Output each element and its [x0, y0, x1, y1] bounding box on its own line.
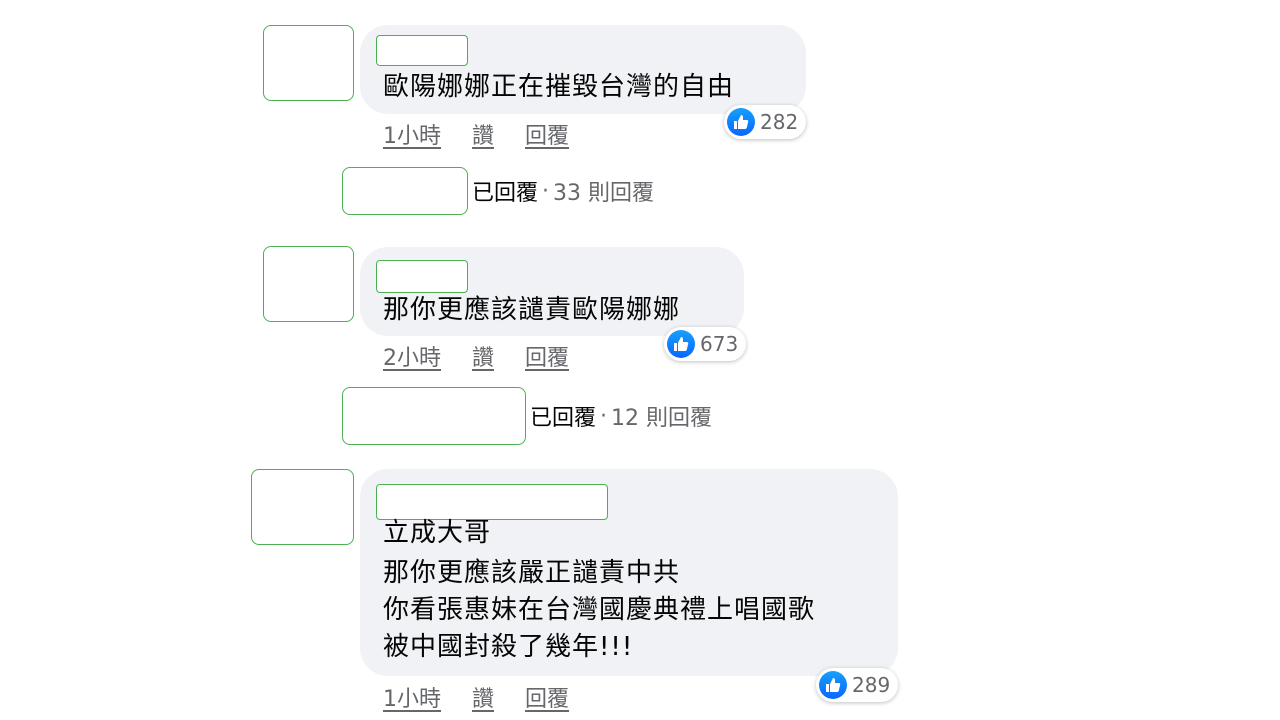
comment-actions: 1小時 讚 回覆 — [383, 681, 569, 713]
reaction-count-value: 673 — [700, 332, 739, 356]
comment-text-line: 那你更應該嚴正譴責中共 — [383, 558, 681, 588]
reaction-count-value: 289 — [852, 673, 891, 697]
replied-label: 已回覆 — [472, 181, 539, 206]
comment-text-line: 被中國封殺了幾年!!! — [383, 632, 634, 662]
view-replies-link[interactable]: 已回覆 · 12 則回覆 — [342, 387, 712, 445]
comment-text-line: 立成大哥 — [383, 518, 492, 548]
replied-label: 已回覆 — [530, 406, 597, 431]
comment-text: 那你更應該譴責歐陽娜娜 — [383, 295, 681, 325]
reaction-count[interactable]: 289 — [816, 668, 899, 702]
reply-count: 12 則回覆 — [611, 406, 713, 431]
comment-timestamp[interactable]: 1小時 — [383, 118, 441, 150]
comment-text-line: 你看張惠妹在台灣國慶典禮上唱國歌 — [383, 595, 816, 625]
reply-button[interactable]: 回覆 — [525, 340, 569, 372]
replier-avatar — [342, 387, 526, 445]
comment-actions: 1小時 讚 回覆 — [383, 118, 569, 150]
like-thumbs-up-icon — [727, 108, 755, 136]
commenter-name[interactable] — [376, 260, 468, 293]
like-thumbs-up-icon — [667, 330, 695, 358]
view-replies-link[interactable]: 已回覆 · 33 則回覆 — [342, 167, 654, 215]
comment-timestamp[interactable]: 1小時 — [383, 681, 441, 713]
like-thumbs-up-icon — [819, 671, 847, 699]
reaction-count[interactable]: 282 — [724, 105, 807, 139]
comment-text: 歐陽娜娜正在摧毀台灣的自由 — [383, 72, 735, 102]
reply-count: 33 則回覆 — [553, 181, 655, 206]
like-button[interactable]: 讚 — [472, 681, 494, 713]
like-button[interactable]: 讚 — [472, 340, 494, 372]
comment-actions: 2小時 讚 回覆 — [383, 340, 569, 372]
avatar[interactable] — [251, 469, 354, 545]
replier-avatar — [342, 167, 468, 215]
reply-button[interactable]: 回覆 — [525, 118, 569, 150]
commenter-name[interactable] — [376, 35, 468, 66]
separator-dot: · — [542, 178, 550, 204]
reaction-count-value: 282 — [760, 110, 799, 134]
like-button[interactable]: 讚 — [472, 118, 494, 150]
comment-timestamp[interactable]: 2小時 — [383, 340, 441, 372]
avatar[interactable] — [263, 246, 354, 322]
reply-button[interactable]: 回覆 — [525, 681, 569, 713]
avatar[interactable] — [263, 25, 354, 101]
reaction-count[interactable]: 673 — [664, 327, 747, 361]
separator-dot: · — [600, 403, 608, 429]
